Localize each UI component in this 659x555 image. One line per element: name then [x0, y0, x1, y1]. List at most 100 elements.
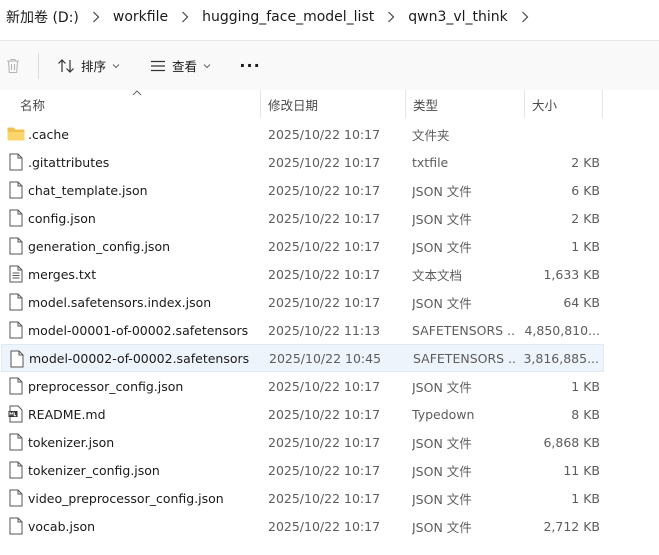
file-name: vocab.json — [28, 518, 96, 534]
file-date: 2025/10/22 10:17 — [268, 434, 381, 450]
file-row[interactable]: merges.txt 2025/10/22 10:17 文本文档 1,633 KB — [1, 260, 604, 288]
file-row[interactable]: generation_config.json 2025/10/22 10:17 JS… — [1, 232, 604, 260]
column-size-label: 大小 — [532, 97, 558, 113]
file-type: JSON 文件 — [412, 239, 472, 255]
file-icon — [7, 292, 25, 312]
file-size: 6,868 KB — [543, 434, 600, 450]
file-name: generation_config.json — [28, 238, 171, 254]
column-header-date[interactable]: 修改日期 — [261, 90, 406, 118]
file-row[interactable]: preprocessor_config.json 2025/10/22 10:17… — [1, 372, 604, 400]
file-size: 64 KB — [563, 294, 600, 310]
chevron-right-icon[interactable] — [174, 0, 196, 34]
file-type: JSON 文件 — [412, 463, 472, 479]
file-icon — [7, 320, 25, 340]
file-row[interactable]: .cache 2025/10/22 10:17 文件夹 — [1, 120, 604, 148]
file-type: JSON 文件 — [412, 519, 472, 535]
file-name: model.safetensors.index.json — [28, 294, 212, 310]
file-name: .cache — [28, 126, 69, 142]
file-size: 8 KB — [571, 406, 600, 422]
file-type: JSON 文件 — [412, 295, 472, 311]
file-date: 2025/10/22 10:17 — [268, 210, 381, 226]
file-size: 2 KB — [571, 154, 600, 170]
breadcrumb-workfile[interactable]: workfile — [107, 9, 174, 25]
column-header-size[interactable]: 大小 — [525, 90, 603, 118]
column-name-label: 名称 — [20, 97, 46, 113]
file-icon — [7, 208, 25, 228]
file-date: 2025/10/22 10:17 — [268, 238, 381, 254]
breadcrumb: 新加卷 (D:) workfile hugging_face_model_lis… — [0, 0, 659, 34]
trash-icon — [7, 58, 19, 74]
sort-label: 排序 — [81, 59, 107, 74]
file-type: SAFETENSORS ... — [412, 322, 516, 338]
view-label: 查看 — [172, 59, 198, 74]
file-date: 2025/10/22 10:17 — [268, 266, 381, 282]
file-type: JSON 文件 — [412, 435, 472, 451]
column-header-type[interactable]: 类型 — [406, 90, 525, 118]
file-type: JSON 文件 — [412, 211, 472, 227]
file-icon — [7, 152, 25, 172]
sort-ascending-icon — [132, 90, 142, 96]
file-name: tokenizer.json — [28, 434, 115, 450]
file-name: .gitattributes — [28, 154, 110, 170]
more-icon: ··· — [239, 56, 261, 75]
file-date: 2025/10/22 10:17 — [268, 406, 381, 422]
file-date: 2025/10/22 10:17 — [268, 518, 381, 534]
file-date: 2025/10/22 10:45 — [269, 350, 382, 366]
file-name: preprocessor_config.json — [28, 378, 184, 394]
chevron-down-icon — [112, 63, 120, 68]
toolbar-divider — [38, 52, 39, 79]
chevron-right-icon[interactable] — [514, 0, 536, 34]
file-row[interactable]: tokenizer_config.json 2025/10/22 10:17 JSO… — [1, 456, 604, 484]
file-size: 2 KB — [571, 210, 600, 226]
file-icon — [7, 488, 25, 508]
file-type: txtfile — [412, 154, 449, 170]
more-options-button[interactable]: ··· — [235, 49, 265, 83]
delete-button[interactable] — [2, 49, 24, 83]
file-name: video_preprocessor_config.json — [28, 490, 224, 506]
file-size: 4,850,810... — [524, 322, 600, 338]
file-size: 1 KB — [571, 490, 600, 506]
file-type: JSON 文件 — [412, 183, 472, 199]
markdown-file-icon — [7, 404, 25, 424]
file-name: model-00001-of-00002.safetensors — [28, 322, 249, 338]
file-size: 1 KB — [571, 238, 600, 254]
file-row[interactable]: model-00001-of-00002.safetensors 2025/10/… — [1, 316, 604, 344]
file-row[interactable]: video_preprocessor_config.json 2025/10/22… — [1, 484, 604, 512]
chevron-right-icon[interactable] — [380, 0, 402, 34]
chevron-right-icon[interactable] — [85, 0, 107, 34]
file-row[interactable]: chat_template.json 2025/10/22 10:17 JSON 文… — [1, 176, 604, 204]
breadcrumb-model-list[interactable]: hugging_face_model_list — [196, 9, 380, 25]
file-type: SAFETENSORS ... — [413, 350, 517, 366]
breadcrumb-current-folder[interactable]: qwn3_vl_think — [402, 9, 514, 25]
file-date: 2025/10/22 10:17 — [268, 378, 381, 394]
sort-icon — [58, 58, 74, 73]
file-type: Typedown — [412, 406, 475, 422]
file-date: 2025/10/22 10:17 — [268, 126, 381, 142]
file-name: tokenizer_config.json — [28, 462, 160, 478]
file-row[interactable]: model.safetensors.index.json 2025/10/22 1… — [1, 288, 604, 316]
file-icon — [7, 180, 25, 200]
file-icon — [7, 460, 25, 480]
sort-button[interactable]: 排序 — [49, 49, 128, 83]
file-type: JSON 文件 — [412, 379, 472, 395]
breadcrumb-drive[interactable]: 新加卷 (D:) — [0, 7, 85, 27]
file-date: 2025/10/22 10:17 — [268, 490, 381, 506]
file-date: 2025/10/22 10:17 — [268, 462, 381, 478]
file-row[interactable]: vocab.json 2025/10/22 10:17 JSON 文件 2,712 K… — [1, 512, 604, 540]
column-header: 名称 修改日期 类型 大小 — [0, 90, 659, 118]
file-row[interactable]: tokenizer.json 2025/10/22 10:17 JSON 文件 6,8… — [1, 428, 604, 456]
file-row[interactable]: .gitattributes 2025/10/22 10:17 txtfile 2 K… — [1, 148, 604, 176]
file-row[interactable]: README.md 2025/10/22 10:17 Typedown 8 KB — [1, 400, 604, 428]
file-name: chat_template.json — [28, 182, 148, 198]
column-header-name[interactable]: 名称 — [0, 90, 261, 118]
column-type-label: 类型 — [413, 97, 439, 113]
file-icon — [7, 432, 25, 452]
view-button[interactable]: 查看 — [142, 49, 219, 83]
file-row[interactable]: config.json 2025/10/22 10:17 JSON 文件 2 KB — [1, 204, 604, 232]
file-date: 2025/10/22 10:17 — [268, 182, 381, 198]
file-row-selected[interactable]: model-00002-of-00002.safetensors 2025/10/… — [1, 344, 604, 372]
file-icon — [8, 349, 26, 369]
file-date: 2025/10/22 10:17 — [268, 154, 381, 170]
file-size: 11 KB — [563, 462, 600, 478]
file-date: 2025/10/22 11:13 — [268, 322, 381, 338]
